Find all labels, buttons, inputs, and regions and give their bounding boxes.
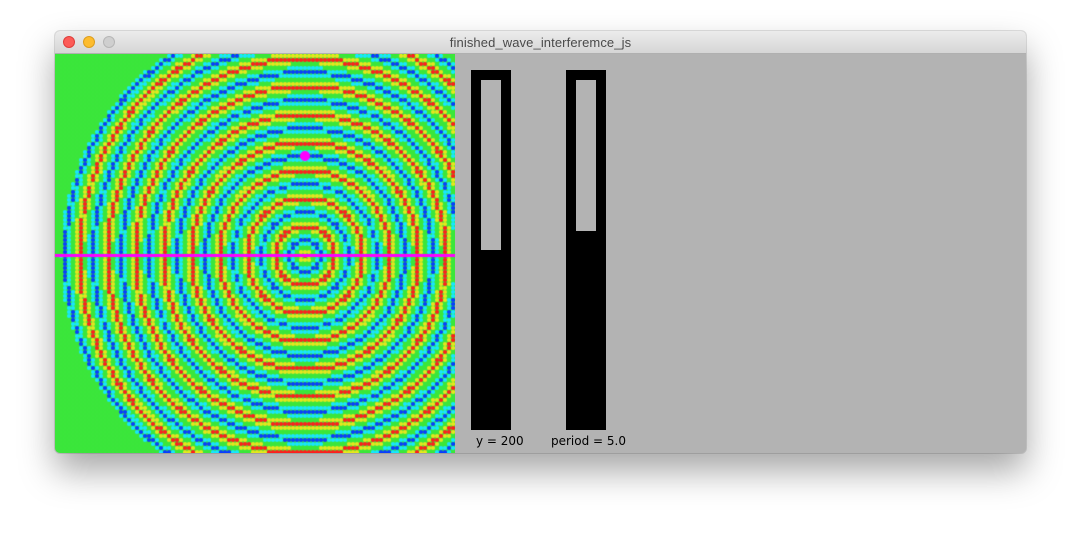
period-slider[interactable] <box>566 70 606 430</box>
sketch-area: y = 200 period = 5.0 <box>55 54 1026 453</box>
app-window: finished_wave_interferemce_js y = 200 pe… <box>55 31 1026 453</box>
period-slider-track[interactable] <box>576 80 596 420</box>
y-slider-track[interactable] <box>481 80 501 420</box>
y-slider-empty-portion <box>481 80 501 250</box>
y-slider-label: y = 200 <box>476 434 524 448</box>
title-bar: finished_wave_interferemce_js <box>55 31 1026 54</box>
wave-field[interactable] <box>55 54 455 453</box>
y-slider[interactable] <box>471 70 511 430</box>
window-title: finished_wave_interferemce_js <box>449 35 632 50</box>
period-slider-empty-portion <box>576 80 596 232</box>
period-slider-label: period = 5.0 <box>551 434 626 448</box>
wave-canvas[interactable] <box>55 54 455 453</box>
